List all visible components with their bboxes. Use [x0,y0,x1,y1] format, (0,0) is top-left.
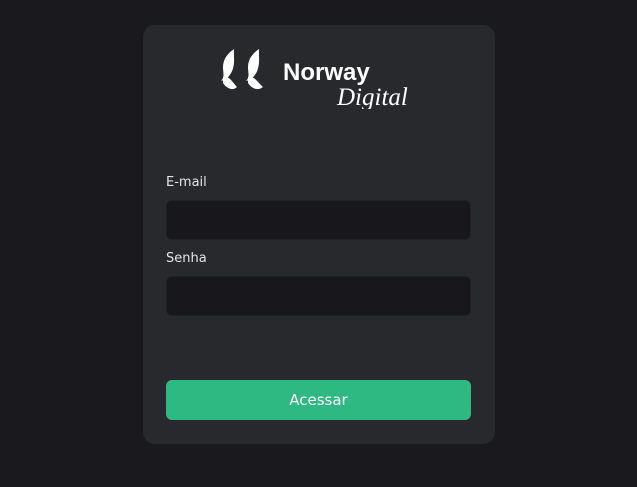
login-card: Norway Digital E-mail Senha Acessar [143,25,495,444]
password-label: Senha [166,251,207,266]
brand-subname: Digital [336,84,408,109]
email-label: E-mail [166,175,207,190]
submit-button[interactable]: Acessar [166,380,471,420]
norway-digital-logo-icon: Norway Digital [221,49,408,109]
brand-logo: Norway Digital [219,47,421,109]
email-field[interactable] [166,200,471,240]
password-field[interactable] [166,276,471,316]
brand-name: Norway [283,59,370,86]
